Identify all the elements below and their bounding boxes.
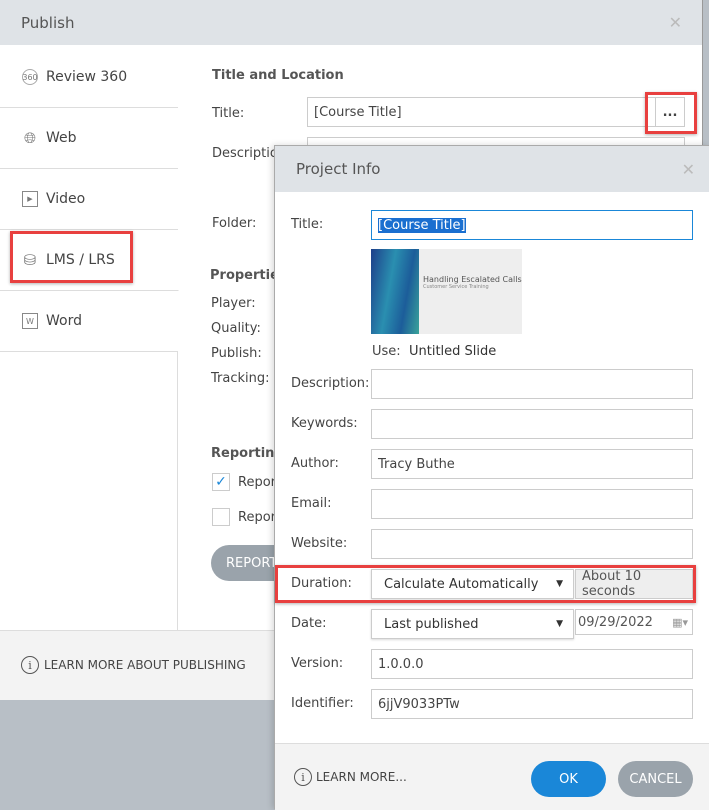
title-input[interactable]: [Course Title] xyxy=(307,97,685,127)
learn-more-label: LEARN MORE ABOUT PUBLISHING xyxy=(44,658,246,672)
thumbnail-subtitle: Customer Service Training xyxy=(423,284,489,290)
info-icon: i xyxy=(294,768,312,786)
close-icon[interactable]: ✕ xyxy=(682,160,695,179)
quality-label: Quality: xyxy=(211,321,261,336)
publish-label: Publish: xyxy=(211,346,262,361)
sidebar-item-label: Web xyxy=(46,130,77,146)
description-label: Description: xyxy=(291,376,370,391)
report-button-label: REPORT xyxy=(226,555,278,571)
date-mode: Last published xyxy=(384,616,479,632)
lms-highlight xyxy=(10,231,133,283)
identifier-label: Identifier: xyxy=(291,696,354,711)
email-input[interactable] xyxy=(371,489,693,519)
close-icon[interactable]: ✕ xyxy=(669,13,682,32)
description-input[interactable] xyxy=(371,369,693,399)
slide-thumbnail[interactable]: Handling Escalated Calls Customer Servic… xyxy=(371,249,522,334)
date-dropdown[interactable]: Last published ▼ xyxy=(371,609,574,639)
learn-more-label: LEARN MORE... xyxy=(316,770,407,784)
sidebar-item-label: Video xyxy=(46,191,86,207)
author-label: Author: xyxy=(291,456,339,471)
review-360-icon: 360 xyxy=(22,69,38,85)
sidebar-item-web[interactable]: 🌐︎ Web xyxy=(0,108,178,169)
learn-more-publishing-link[interactable]: i LEARN MORE ABOUT PUBLISHING xyxy=(21,656,246,674)
email-label: Email: xyxy=(291,496,332,511)
use-label: Use: xyxy=(372,344,401,359)
project-info-title: Project Info xyxy=(296,160,381,178)
title-value: [Course Title] xyxy=(314,104,402,120)
version-input[interactable]: 1.0.0.0 xyxy=(371,649,693,679)
sidebar-item-label: Review 360 xyxy=(46,69,128,85)
publish-sidebar: 360 Review 360 🌐︎ Web ▶ Video ⛁ LMS / LRS WW… xyxy=(0,47,179,630)
title-label: Title: xyxy=(212,106,245,121)
video-icon: ▶ xyxy=(22,191,38,207)
use-value: Untitled Slide xyxy=(409,344,497,359)
ok-button[interactable]: OK xyxy=(531,761,606,797)
author-value: Tracy Buthe xyxy=(378,456,455,472)
sidebar-item-video[interactable]: ▶ Video xyxy=(0,169,178,230)
project-info-header: Project Info ✕ xyxy=(275,146,709,192)
date-value: 09/29/2022 xyxy=(578,614,653,630)
duration-highlight xyxy=(275,565,696,603)
sidebar-item-word[interactable]: W Word xyxy=(0,291,178,352)
globe-icon: 🌐︎ xyxy=(23,129,36,147)
folder-label: Folder: xyxy=(212,216,257,231)
website-label: Website: xyxy=(291,536,348,551)
title-value: [Course Title] xyxy=(378,217,466,233)
sidebar-item-review-360[interactable]: 360 Review 360 xyxy=(0,47,178,108)
title-label: Title: xyxy=(291,217,324,232)
thumbnail-title: Handling Escalated Calls xyxy=(423,275,522,284)
tracking-label: Tracking: xyxy=(211,371,270,386)
title-location-heading: Title and Location xyxy=(212,68,344,83)
project-info-footer: i LEARN MORE... OK CANCEL xyxy=(275,743,709,810)
cancel-label: CANCEL xyxy=(629,771,682,787)
browse-highlight xyxy=(645,92,697,134)
version-label: Version: xyxy=(291,656,344,671)
author-input[interactable]: Tracy Buthe xyxy=(371,449,693,479)
report-checkbox-2[interactable] xyxy=(212,508,230,526)
sidebar-item-label: Word xyxy=(46,313,82,329)
calendar-icon[interactable]: ▦▾ xyxy=(672,616,688,629)
identifier-input[interactable]: 6jjV9033PTw xyxy=(371,689,693,719)
learn-more-link[interactable]: i LEARN MORE... xyxy=(294,768,407,786)
report-checkbox-1[interactable]: ✓ xyxy=(212,473,230,491)
player-label: Player: xyxy=(211,296,256,311)
chevron-down-icon: ▼ xyxy=(556,619,563,629)
project-info-dialog: Project Info ✕ Title: [Course Title] Han… xyxy=(274,145,709,810)
version-value: 1.0.0.0 xyxy=(378,656,424,672)
date-picker[interactable]: 09/29/2022 ▦▾ xyxy=(575,609,693,635)
website-input[interactable] xyxy=(371,529,693,559)
date-label: Date: xyxy=(291,616,327,631)
keywords-label: Keywords: xyxy=(291,416,358,431)
reporting-heading: Reporting xyxy=(211,446,284,461)
publish-title: Publish xyxy=(21,13,75,32)
info-icon: i xyxy=(21,656,39,674)
publish-header: Publish ✕ xyxy=(0,0,702,45)
word-document-icon: W xyxy=(22,313,38,329)
keywords-input[interactable] xyxy=(371,409,693,439)
title-input[interactable]: [Course Title] xyxy=(371,210,693,240)
cancel-button[interactable]: CANCEL xyxy=(618,761,693,797)
ok-label: OK xyxy=(559,771,578,787)
identifier-value: 6jjV9033PTw xyxy=(378,696,460,712)
